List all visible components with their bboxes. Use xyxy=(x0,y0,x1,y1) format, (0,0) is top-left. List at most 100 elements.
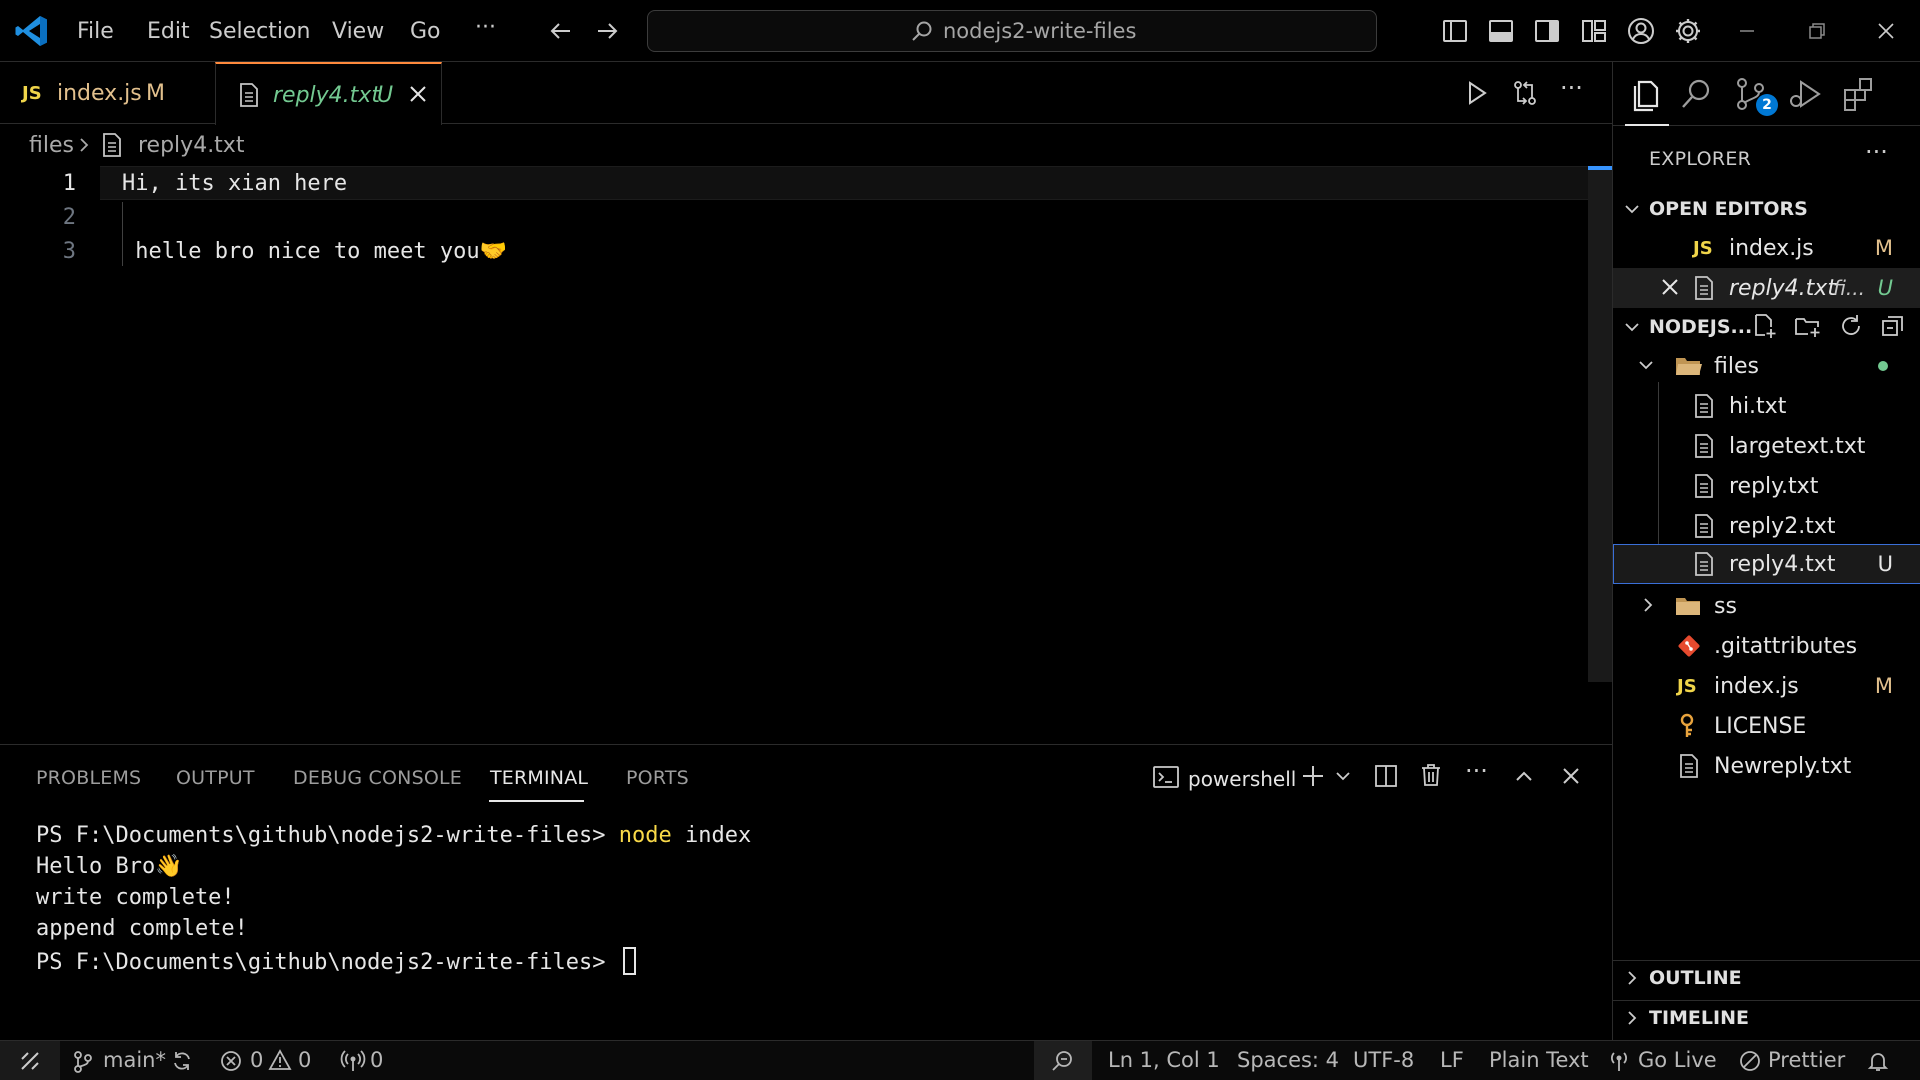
close-tab-icon[interactable] xyxy=(406,82,430,106)
timeline-header[interactable]: TIMELINE xyxy=(1613,1000,1920,1036)
prettier-button[interactable]: Prettier xyxy=(1768,1048,1845,1072)
compare-changes-icon[interactable] xyxy=(1511,79,1539,107)
split-terminal-icon[interactable] xyxy=(1373,763,1399,789)
tab-debug-console[interactable]: DEBUG CONSOLE xyxy=(293,767,462,789)
toggle-primary-sidebar-icon[interactable] xyxy=(1438,14,1472,48)
terminal-line: append complete! xyxy=(36,916,248,941)
tree-file[interactable]: JS index.js M xyxy=(1613,666,1920,706)
tab-output[interactable]: OUTPUT xyxy=(176,767,255,789)
account-icon[interactable] xyxy=(1624,14,1658,48)
menu-go[interactable]: Go xyxy=(410,19,441,44)
indentation[interactable]: Spaces: 4 xyxy=(1237,1048,1339,1072)
open-editors-header[interactable]: OPEN EDITORS xyxy=(1613,190,1920,226)
code-line: helle bro nice to meet you🤝 xyxy=(122,239,508,264)
outline-header[interactable]: OUTLINE xyxy=(1613,960,1920,996)
maximize-panel-chevron-up-icon[interactable] xyxy=(1512,765,1536,789)
search-icon[interactable] xyxy=(1677,74,1717,114)
breadcrumb-folder[interactable]: files xyxy=(29,133,74,158)
notifications-bell-icon[interactable] xyxy=(1866,1049,1890,1073)
new-folder-icon[interactable] xyxy=(1793,312,1823,340)
editor-scrollbar[interactable] xyxy=(1588,166,1612,682)
new-file-icon[interactable] xyxy=(1751,312,1779,340)
tree-file[interactable]: hi.txt xyxy=(1613,386,1920,426)
back-arrow-icon[interactable] xyxy=(544,14,578,48)
open-editor-item[interactable]: JS index.js M xyxy=(1613,228,1920,268)
tree-label: reply4.txt xyxy=(1729,552,1836,577)
language-mode[interactable]: Plain Text xyxy=(1489,1048,1589,1072)
tree-file-selected[interactable]: reply4.txt U xyxy=(1613,544,1920,584)
tree-file[interactable]: LICENSE xyxy=(1613,706,1920,746)
tree-file[interactable]: largetext.txt xyxy=(1613,426,1920,466)
tab-reply4-txt[interactable]: reply4.txt U xyxy=(215,62,442,125)
warning-icon[interactable] xyxy=(268,1049,292,1071)
menu-file[interactable]: File xyxy=(77,19,114,44)
tab-problems[interactable]: PROBLEMS xyxy=(36,767,141,789)
terminal-shell-name[interactable]: powershell xyxy=(1188,767,1296,791)
text-editor[interactable]: 1 2 3 Hi, its xian here helle bro nice t… xyxy=(0,166,1612,744)
text-file-icon xyxy=(101,132,123,158)
js-file-icon: JS xyxy=(1677,676,1697,697)
tree-label: LICENSE xyxy=(1714,714,1807,739)
customize-layout-icon[interactable] xyxy=(1577,14,1611,48)
explorer-title: EXPLORER xyxy=(1649,148,1752,170)
encoding[interactable]: UTF-8 xyxy=(1353,1048,1414,1072)
zoom-indicator[interactable] xyxy=(1034,1041,1092,1080)
tree-folder-ss[interactable]: ss xyxy=(1613,586,1920,626)
cursor-position[interactable]: Ln 1, Col 1 xyxy=(1108,1048,1220,1072)
menu-edit[interactable]: Edit xyxy=(147,19,190,44)
open-editor-item[interactable]: reply4.txt fi... U xyxy=(1613,268,1920,308)
license-key-icon xyxy=(1679,713,1699,739)
panel-more-button[interactable]: ··· xyxy=(1465,757,1488,785)
command-center-search[interactable]: nodejs2-write-files xyxy=(647,10,1377,52)
minimize-icon[interactable] xyxy=(1730,14,1764,48)
close-editor-icon[interactable] xyxy=(1659,276,1681,298)
breadcrumb-file[interactable]: reply4.txt xyxy=(138,133,244,158)
menu-more-button[interactable]: ··· xyxy=(475,15,496,40)
error-icon[interactable] xyxy=(220,1050,242,1072)
tab-terminal[interactable]: TERMINAL xyxy=(490,767,588,789)
warning-count[interactable]: 0 xyxy=(298,1048,311,1072)
git-branch-name[interactable]: main* xyxy=(103,1048,166,1072)
terminal-dropdown-chevron-icon[interactable] xyxy=(1334,767,1352,785)
close-window-icon[interactable] xyxy=(1869,14,1903,48)
toggle-panel-icon[interactable] xyxy=(1484,14,1518,48)
tree-file[interactable]: reply2.txt xyxy=(1613,506,1920,546)
run-and-debug-icon[interactable] xyxy=(1785,74,1825,114)
remote-icon xyxy=(18,1049,42,1073)
end-of-line[interactable]: LF xyxy=(1440,1048,1464,1072)
go-live-broadcast-icon[interactable] xyxy=(1608,1049,1630,1073)
tree-label: reply2.txt xyxy=(1729,514,1836,539)
editor-more-actions-button[interactable]: ··· xyxy=(1560,74,1583,102)
toggle-secondary-sidebar-icon[interactable] xyxy=(1530,14,1564,48)
menu-view[interactable]: View xyxy=(332,19,384,44)
go-live-button[interactable]: Go Live xyxy=(1638,1048,1717,1072)
tree-file[interactable]: .gitattributes xyxy=(1613,626,1920,666)
tab-index-js[interactable]: JS index.js M xyxy=(0,62,214,124)
tab-ports[interactable]: PORTS xyxy=(626,767,689,789)
new-terminal-plus-icon[interactable] xyxy=(1300,763,1326,789)
ports-count[interactable]: 0 xyxy=(370,1048,383,1072)
settings-gear-icon[interactable] xyxy=(1671,14,1705,48)
ports-broadcast-icon[interactable] xyxy=(340,1049,366,1073)
explorer-files-icon[interactable] xyxy=(1627,74,1667,114)
explorer-more-button[interactable]: ··· xyxy=(1865,138,1888,166)
sync-icon[interactable] xyxy=(170,1049,194,1073)
run-icon[interactable] xyxy=(1464,80,1490,106)
tree-file[interactable]: reply.txt xyxy=(1613,466,1920,506)
error-count[interactable]: 0 xyxy=(250,1048,263,1072)
tree-folder-files[interactable]: files xyxy=(1613,346,1920,386)
refresh-icon[interactable] xyxy=(1837,312,1865,340)
project-folder-header[interactable]: NODEJS... xyxy=(1613,308,1920,344)
collapse-all-icon[interactable] xyxy=(1879,312,1907,340)
restore-icon[interactable] xyxy=(1800,14,1834,48)
menu-selection[interactable]: Selection xyxy=(209,19,310,44)
terminal-output[interactable]: PS F:\Documents\github\nodejs2-write-fil… xyxy=(36,823,751,978)
forward-arrow-icon[interactable] xyxy=(590,14,624,48)
remote-indicator[interactable] xyxy=(0,1041,60,1080)
js-file-icon: JS xyxy=(1693,238,1713,259)
prettier-disabled-icon[interactable] xyxy=(1738,1049,1762,1073)
kill-terminal-trash-icon[interactable] xyxy=(1418,762,1444,788)
close-panel-icon[interactable] xyxy=(1559,764,1583,788)
extensions-icon[interactable] xyxy=(1839,74,1879,114)
tree-file[interactable]: Newreply.txt xyxy=(1613,746,1920,786)
